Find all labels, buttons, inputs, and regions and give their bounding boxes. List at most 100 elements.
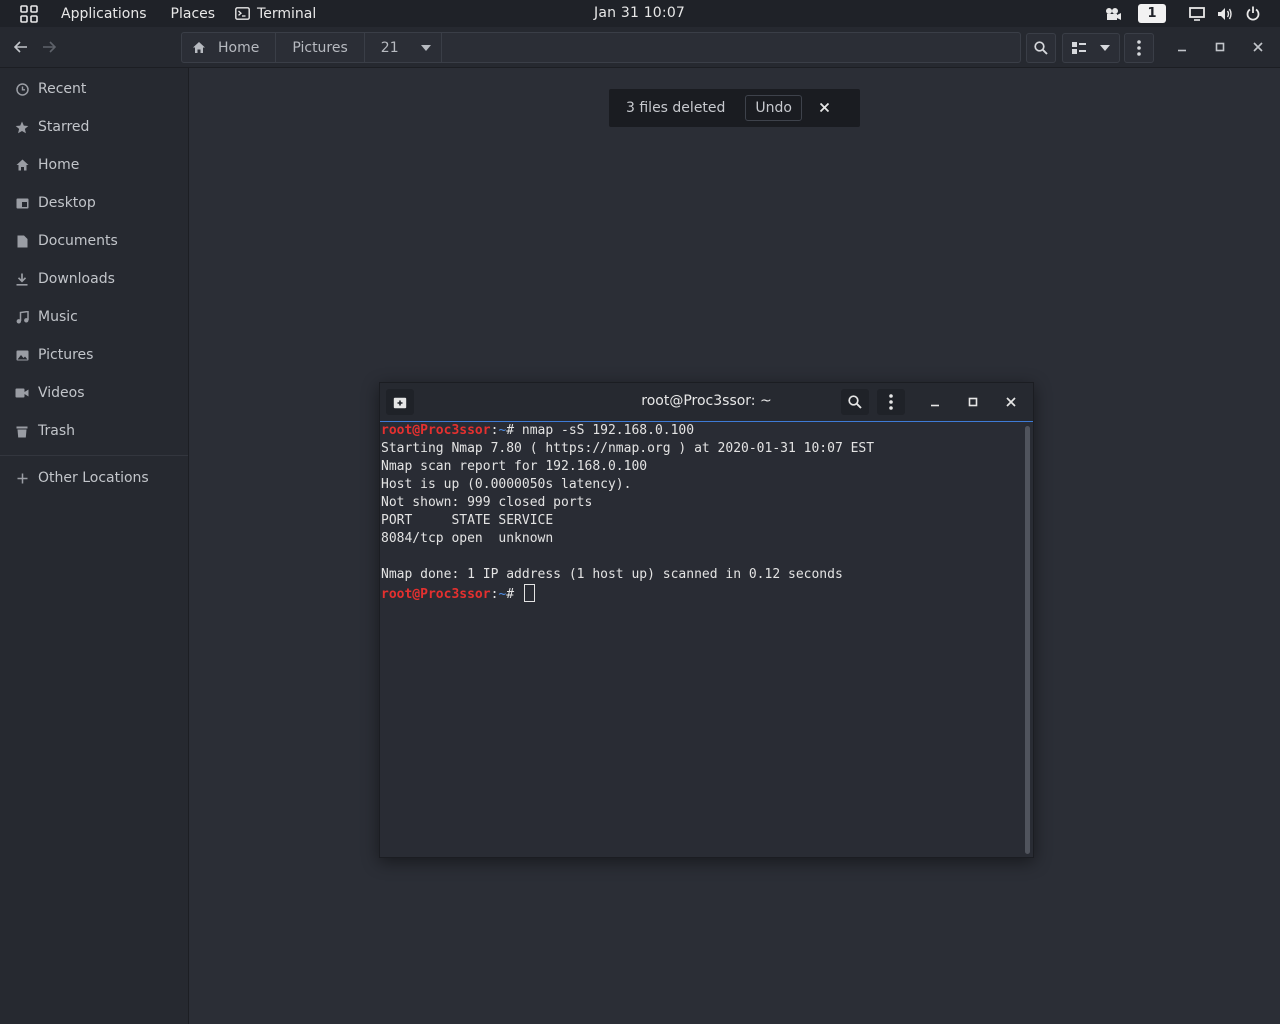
minimize-button[interactable] bbox=[1170, 33, 1194, 61]
active-app-indicator[interactable]: Terminal bbox=[235, 6, 316, 22]
sidebar-item-trash[interactable]: Trash bbox=[0, 412, 188, 450]
terminal-maximize-button[interactable] bbox=[959, 389, 987, 415]
places-menu[interactable]: Places bbox=[165, 6, 222, 22]
terminal-window: root@Proc3ssor: ~ root@Proc3ssor:~# nmap… bbox=[379, 382, 1034, 858]
close-notification-button[interactable] bbox=[819, 100, 830, 116]
sidebar-item-home[interactable]: Home bbox=[0, 146, 188, 184]
sidebar-item-label: Trash bbox=[38, 423, 75, 439]
close-icon bbox=[1006, 397, 1016, 407]
home-icon bbox=[192, 41, 206, 54]
breadcrumb-label: Home bbox=[218, 39, 260, 56]
sidebar-item-label: Recent bbox=[38, 81, 87, 97]
sidebar-item-other-locations[interactable]: Other Locations bbox=[0, 459, 188, 497]
forward-button[interactable] bbox=[35, 33, 63, 61]
maximize-button[interactable] bbox=[1208, 33, 1232, 61]
output-line: Nmap done: 1 IP address (1 host up) scan… bbox=[381, 567, 843, 582]
sidebar-item-videos[interactable]: Videos bbox=[0, 374, 188, 412]
trash-icon bbox=[14, 425, 30, 438]
prompt-path: ~ bbox=[498, 423, 507, 438]
close-button[interactable] bbox=[1246, 33, 1270, 61]
command-text: nmap -sS 192.168.0.100 bbox=[521, 423, 695, 438]
sidebar-item-music[interactable]: Music bbox=[0, 298, 188, 336]
sidebar-item-documents[interactable]: Documents bbox=[0, 222, 188, 260]
active-app-label: Terminal bbox=[257, 5, 317, 22]
sidebar-item-pictures[interactable]: Pictures bbox=[0, 336, 188, 374]
file-manager-headerbar: Home Pictures 21 bbox=[0, 27, 1280, 68]
maximize-icon bbox=[968, 397, 978, 407]
command-line: root@Proc3ssor:~# nmap -sS 192.168.0.100 bbox=[381, 423, 695, 438]
maximize-icon bbox=[1215, 42, 1225, 52]
terminal-menu-button[interactable] bbox=[877, 389, 905, 415]
star-icon bbox=[14, 121, 30, 134]
display-icon[interactable] bbox=[1188, 0, 1206, 27]
terminal-minimize-button[interactable] bbox=[921, 389, 949, 415]
list-view-icon bbox=[1072, 42, 1086, 54]
terminal-headerbar: root@Proc3ssor: ~ bbox=[380, 383, 1033, 422]
sidebar-item-label: Documents bbox=[38, 233, 118, 249]
sidebar-separator bbox=[0, 455, 188, 456]
sidebar-item-downloads[interactable]: Downloads bbox=[0, 260, 188, 298]
picture-icon bbox=[14, 350, 30, 361]
terminal-close-button[interactable] bbox=[997, 389, 1025, 415]
breadcrumb-label: 21 bbox=[380, 39, 399, 56]
path-bar: Home Pictures 21 bbox=[181, 32, 1021, 63]
top-panel: Applications Places Terminal Jan 31 10:0… bbox=[0, 0, 1280, 27]
sidebar-item-label: Videos bbox=[38, 385, 85, 401]
camera-icon[interactable] bbox=[1102, 0, 1124, 27]
output-line: 8084/tcp open unknown bbox=[381, 531, 554, 546]
view-toggle-button[interactable] bbox=[1062, 33, 1120, 63]
sidebar-item-recent[interactable]: Recent bbox=[0, 70, 188, 108]
clock[interactable]: Jan 31 10:07 bbox=[594, 5, 685, 21]
volume-icon[interactable] bbox=[1216, 0, 1234, 27]
back-button[interactable] bbox=[7, 33, 35, 61]
menu-button[interactable] bbox=[1124, 33, 1154, 63]
minimize-icon bbox=[1178, 49, 1186, 52]
search-button[interactable] bbox=[1026, 33, 1056, 63]
terminal-icon bbox=[235, 7, 250, 20]
notification-message: 3 files deleted bbox=[626, 100, 726, 116]
arrow-right-icon bbox=[43, 41, 56, 53]
sidebar-item-starred[interactable]: Starred bbox=[0, 108, 188, 146]
sidebar-item-label: Desktop bbox=[38, 195, 96, 211]
kebab-menu-icon bbox=[889, 394, 893, 410]
sidebar-item-label: Starred bbox=[38, 119, 90, 135]
desktop-icon bbox=[14, 198, 30, 209]
document-icon bbox=[14, 235, 30, 248]
sidebar-item-label: Music bbox=[38, 309, 78, 325]
close-icon bbox=[1253, 42, 1263, 52]
search-icon bbox=[1034, 41, 1048, 55]
undo-notification: 3 files deleted Undo bbox=[609, 89, 860, 127]
applications-menu[interactable]: Applications bbox=[55, 6, 153, 22]
workspace-indicator[interactable]: 1 bbox=[1138, 0, 1166, 27]
output-line: Host is up (0.0000050s latency). bbox=[381, 477, 632, 492]
breadcrumb-label: Pictures bbox=[292, 39, 348, 56]
breadcrumb-pictures[interactable]: Pictures bbox=[276, 33, 365, 62]
sidebar-item-label: Home bbox=[38, 157, 80, 173]
kebab-menu-icon bbox=[1137, 40, 1141, 56]
breadcrumb-home[interactable]: Home bbox=[182, 33, 277, 62]
system-tray: 1 bbox=[1102, 0, 1280, 27]
sidebar-item-label: Other Locations bbox=[38, 470, 149, 486]
breadcrumb-current[interactable]: 21 bbox=[365, 33, 442, 62]
apps-grid-icon[interactable] bbox=[15, 0, 43, 27]
sidebar-item-desktop[interactable]: Desktop bbox=[0, 184, 188, 222]
music-icon bbox=[14, 310, 30, 324]
sidebar-item-label: Downloads bbox=[38, 271, 115, 287]
prompt-path: ~ bbox=[498, 587, 507, 602]
chevron-down-icon bbox=[420, 44, 431, 51]
close-icon bbox=[819, 102, 830, 113]
clock-icon bbox=[14, 82, 30, 96]
text-cursor bbox=[523, 584, 535, 602]
power-icon[interactable] bbox=[1244, 0, 1262, 27]
plus-icon bbox=[14, 473, 30, 484]
terminal-scrollbar[interactable] bbox=[1025, 426, 1030, 854]
search-icon bbox=[848, 395, 862, 409]
output-line: Not shown: 999 closed ports bbox=[381, 495, 593, 510]
undo-button[interactable]: Undo bbox=[745, 95, 802, 121]
home-icon bbox=[14, 159, 30, 171]
arrow-left-icon bbox=[14, 41, 27, 53]
video-icon bbox=[14, 388, 30, 398]
terminal-search-button[interactable] bbox=[841, 389, 869, 415]
terminal-output[interactable]: root@Proc3ssor:~# nmap -sS 192.168.0.100… bbox=[380, 422, 1020, 857]
